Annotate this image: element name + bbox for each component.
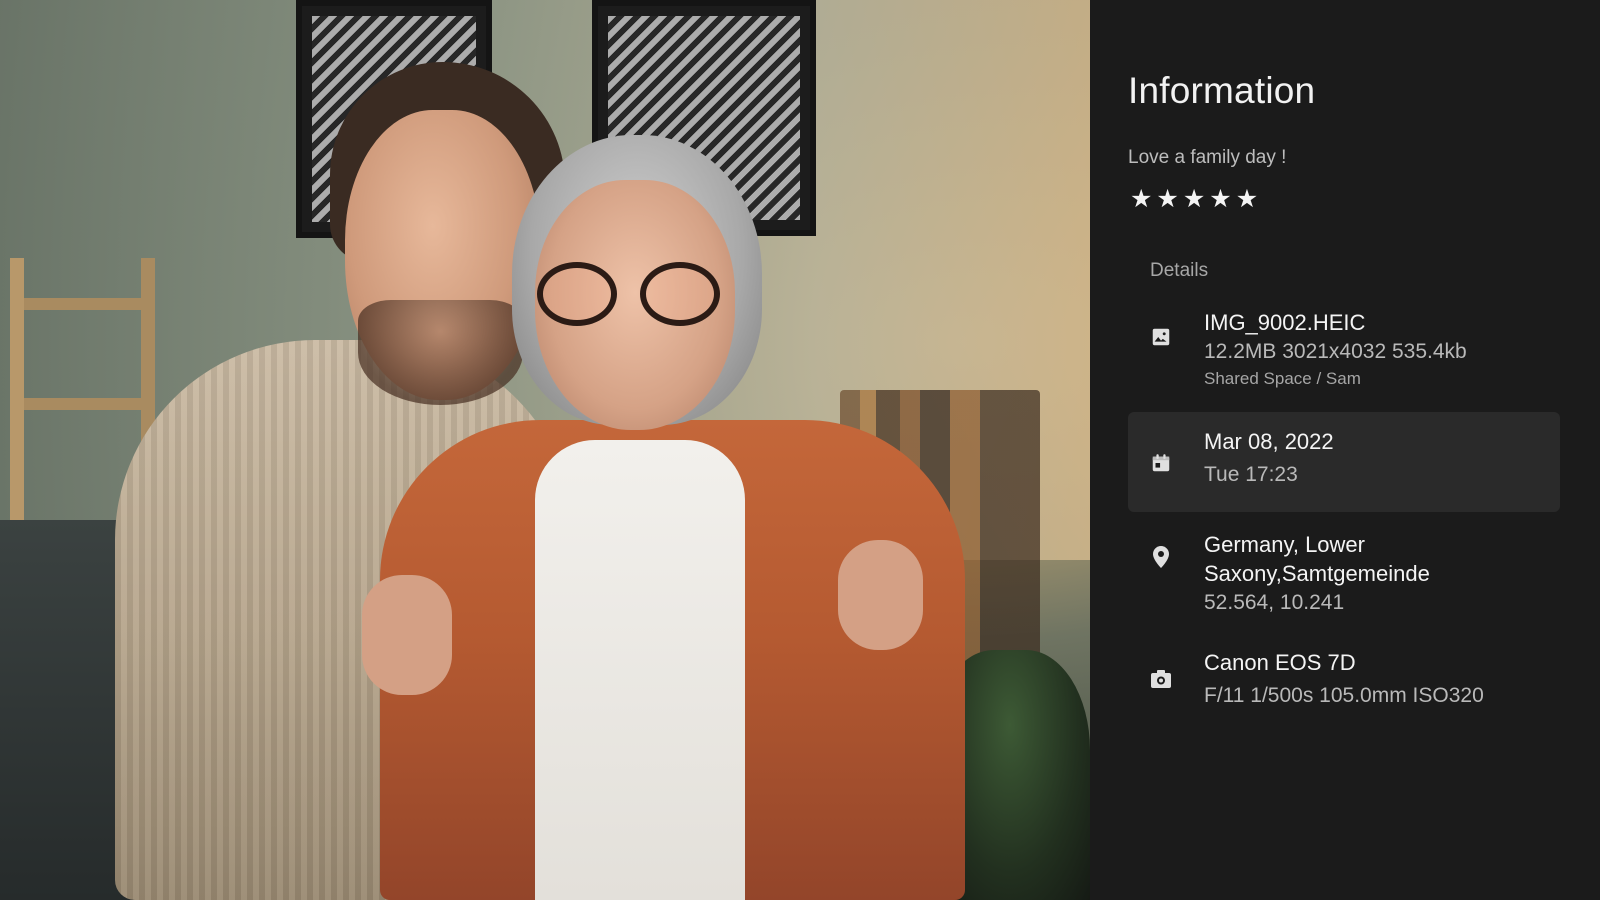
star-icon[interactable]: ★ — [1236, 187, 1258, 212]
file-location: Shared Space / Sam — [1204, 369, 1361, 388]
man-left-hand — [362, 575, 452, 695]
file-meta: 12.2MB 3021x4032 535.4kb — [1204, 340, 1467, 363]
location-pin-icon — [1148, 544, 1174, 570]
photo-date: Mar 08, 2022 — [1204, 429, 1334, 454]
photo-viewer[interactable] — [0, 0, 1090, 900]
camera-icon — [1148, 666, 1174, 692]
information-panel: Information Love a family day ! ★ ★ ★ ★ … — [1090, 0, 1600, 900]
camera-model: Canon EOS 7D — [1204, 650, 1356, 675]
camera-info-row[interactable]: Canon EOS 7D F/11 1/500s 105.0mm ISO320 — [1128, 648, 1560, 714]
location-line-2: Saxony,Samtgemeinde — [1204, 561, 1430, 586]
location-info-row[interactable]: Germany, Lower Saxony,Samtgemeinde 52.56… — [1128, 530, 1560, 622]
file-name: IMG_9002.HEIC — [1204, 310, 1366, 335]
camera-settings: F/11 1/500s 105.0mm ISO320 — [1204, 684, 1484, 707]
photo-time: Tue 17:23 — [1204, 463, 1298, 486]
file-info-row[interactable]: IMG_9002.HEIC 12.2MB 3021x4032 535.4kb S… — [1128, 308, 1560, 396]
photo-caption[interactable]: Love a family day ! — [1128, 147, 1286, 169]
glasses-left-lens — [537, 262, 617, 326]
panel-title: Information — [1128, 70, 1316, 111]
image-icon — [1148, 324, 1174, 350]
location-coordinates: 52.564, 10.241 — [1204, 591, 1345, 614]
man-right-hand — [838, 540, 923, 650]
date-info-row[interactable]: Mar 08, 2022 Tue 17:23 — [1128, 412, 1560, 512]
rating-stars[interactable]: ★ ★ ★ ★ ★ — [1130, 187, 1258, 212]
star-icon[interactable]: ★ — [1209, 187, 1231, 212]
star-icon[interactable]: ★ — [1130, 187, 1152, 212]
star-icon[interactable]: ★ — [1183, 187, 1205, 212]
location-line-1: Germany, Lower — [1204, 532, 1365, 557]
calendar-icon — [1148, 450, 1174, 476]
star-icon[interactable]: ★ — [1156, 187, 1178, 212]
glasses-right-lens — [640, 262, 720, 326]
woman-white-top — [535, 440, 745, 900]
details-section-label: Details — [1150, 260, 1209, 281]
man-beard — [358, 300, 523, 405]
